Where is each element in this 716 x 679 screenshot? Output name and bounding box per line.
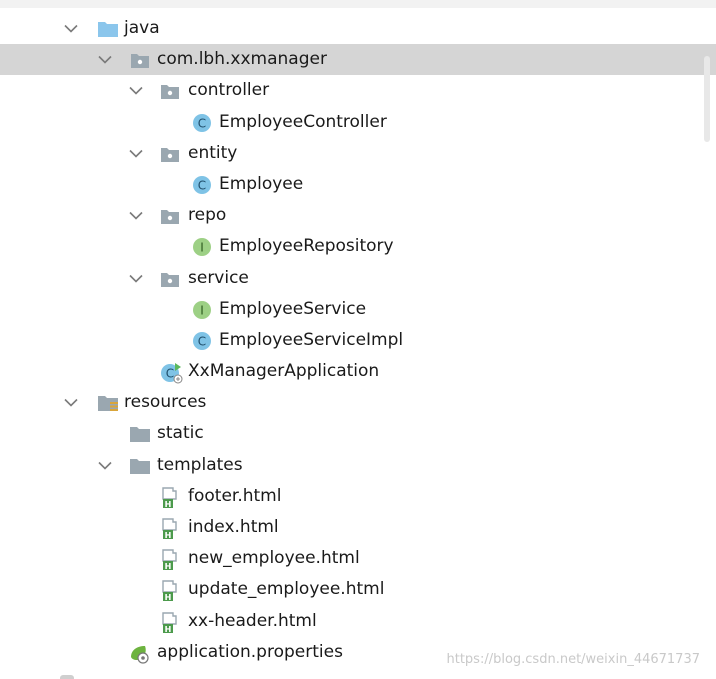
tree-row[interactable]: controller bbox=[0, 75, 716, 106]
class-icon: C bbox=[191, 331, 213, 351]
html-file-icon: H bbox=[159, 580, 181, 602]
tree-row[interactable]: resources bbox=[0, 387, 716, 418]
svg-text:H: H bbox=[165, 500, 172, 509]
svg-text:C: C bbox=[198, 116, 206, 130]
svg-text:H: H bbox=[165, 531, 172, 540]
class-icon: C bbox=[191, 175, 213, 195]
tree-row[interactable]: Hfooter.html bbox=[0, 481, 716, 512]
tree-item-label: footer.html bbox=[188, 485, 282, 506]
tree-row[interactable]: Hupdate_employee.html bbox=[0, 574, 716, 605]
chevron-down-icon[interactable] bbox=[97, 458, 113, 474]
svg-text:C: C bbox=[166, 367, 174, 381]
interface-icon: I bbox=[191, 237, 213, 257]
package-icon bbox=[159, 144, 181, 164]
tree-row[interactable]: java bbox=[0, 13, 716, 44]
spring-boot-class-icon: C bbox=[159, 362, 183, 384]
source-folder-icon bbox=[97, 19, 119, 39]
svg-text:C: C bbox=[198, 178, 206, 192]
tree-row[interactable]: I EmployeeService bbox=[0, 294, 716, 325]
svg-text:C: C bbox=[198, 334, 206, 348]
html-file-icon: H bbox=[159, 518, 181, 540]
top-strip bbox=[0, 0, 716, 8]
folder-icon bbox=[129, 456, 151, 476]
tree-row[interactable]: com.lbh.xxmanager bbox=[0, 44, 716, 76]
tree-row[interactable]: C EmployeeController bbox=[0, 107, 716, 138]
tree-item-label: templates bbox=[157, 454, 243, 475]
watermark: https://blog.csdn.net/weixin_44671737 bbox=[446, 652, 700, 667]
tree-item-label: application.properties bbox=[157, 641, 343, 662]
tree-item-label: EmployeeService bbox=[219, 298, 367, 319]
package-icon bbox=[159, 206, 181, 226]
vertical-scrollbar[interactable] bbox=[704, 56, 710, 142]
svg-text:I: I bbox=[200, 303, 204, 317]
resources-folder-icon bbox=[97, 393, 119, 413]
tree-row[interactable]: entity bbox=[0, 138, 716, 169]
tree-row[interactable]: static bbox=[0, 418, 716, 449]
chevron-down-icon[interactable] bbox=[128, 208, 144, 224]
spring-properties-icon bbox=[129, 643, 151, 664]
tree-item-label: EmployeeRepository bbox=[219, 236, 394, 257]
html-file-icon: H bbox=[159, 611, 181, 634]
project-tree[interactable]: java com.lbh.xxmanager controller C Employee… bbox=[0, 13, 716, 668]
package-icon bbox=[159, 269, 181, 289]
chevron-down-icon[interactable] bbox=[63, 21, 79, 37]
interface-icon: I bbox=[191, 300, 213, 320]
svg-text:H: H bbox=[165, 562, 172, 571]
chevron-down-icon[interactable] bbox=[128, 271, 144, 287]
tree-row[interactable]: C EmployeeServiceImpl bbox=[0, 325, 716, 356]
tree-item-label: repo bbox=[188, 205, 227, 226]
tree-item-label: entity bbox=[188, 142, 238, 163]
tree-item-label: resources bbox=[124, 392, 207, 413]
tree-row[interactable]: C Employee bbox=[0, 169, 716, 200]
tree-item-label: index.html bbox=[188, 517, 279, 537]
package-icon bbox=[159, 81, 181, 101]
tree-item-label: java bbox=[124, 18, 160, 38]
tree-item-label: new_employee.html bbox=[188, 548, 360, 569]
tree-row[interactable]: Hxx-header.html bbox=[0, 606, 716, 637]
tree-item-label: EmployeeController bbox=[219, 111, 387, 132]
tree-item-label: XxManagerApplication bbox=[188, 361, 380, 382]
tree-row[interactable]: service bbox=[0, 263, 716, 294]
chevron-down-icon[interactable] bbox=[128, 83, 144, 99]
html-file-icon: H bbox=[159, 549, 181, 571]
package-icon bbox=[129, 50, 151, 70]
class-icon: C bbox=[191, 113, 213, 133]
tree-item-label: service bbox=[188, 267, 249, 288]
tree-item-label: update_employee.html bbox=[188, 579, 385, 600]
tree-item-label: controller bbox=[188, 80, 270, 101]
chevron-down-icon[interactable] bbox=[128, 146, 144, 162]
tree-item-label: Employee bbox=[219, 173, 304, 194]
clipped-row-arrow bbox=[60, 675, 74, 679]
svg-text:I: I bbox=[200, 241, 204, 255]
tree-row[interactable]: C XxManagerApplication bbox=[0, 356, 716, 387]
svg-text:H: H bbox=[165, 593, 172, 602]
tree-item-label: com.lbh.xxmanager bbox=[157, 49, 327, 70]
tree-item-label: static bbox=[157, 423, 204, 444]
tree-row[interactable]: I EmployeeRepository bbox=[0, 231, 716, 262]
tree-row[interactable]: templates bbox=[0, 450, 716, 481]
html-file-icon: H bbox=[159, 487, 181, 509]
folder-icon bbox=[129, 424, 151, 444]
tree-row[interactable]: Hindex.html bbox=[0, 512, 716, 543]
tree-item-label: xx-header.html bbox=[188, 610, 317, 631]
tree-row[interactable]: repo bbox=[0, 200, 716, 231]
svg-text:H: H bbox=[165, 625, 172, 634]
tree-item-label: EmployeeServiceImpl bbox=[219, 329, 404, 350]
chevron-down-icon[interactable] bbox=[97, 52, 113, 68]
chevron-down-icon[interactable] bbox=[63, 395, 79, 411]
tree-row[interactable]: Hnew_employee.html bbox=[0, 543, 716, 574]
